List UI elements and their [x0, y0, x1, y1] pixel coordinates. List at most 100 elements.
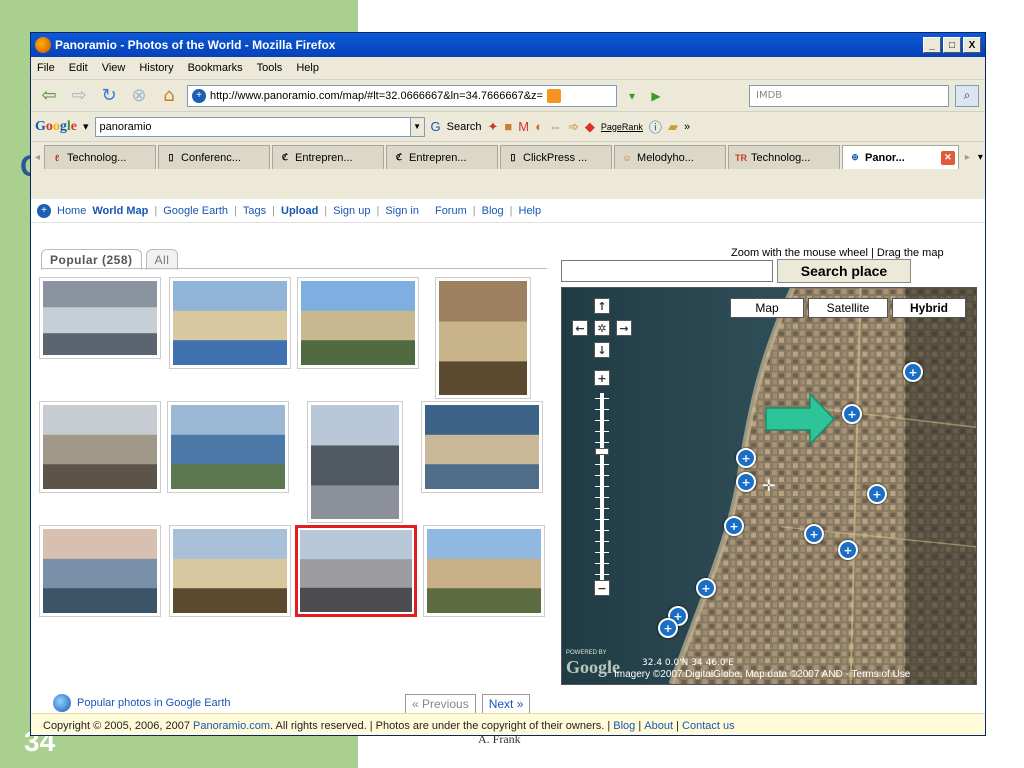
maximize-button[interactable]: □ — [943, 37, 961, 53]
menu-help[interactable]: Help — [296, 62, 319, 74]
pan-up-icon[interactable]: ↑ — [594, 298, 610, 314]
zoom-out-icon[interactable]: − — [594, 580, 610, 596]
google-logo[interactable]: Google — [35, 119, 77, 135]
tab-panoramio[interactable]: ⊕ Panor... ✕ — [842, 145, 959, 169]
minimize-button[interactable]: _ — [923, 37, 941, 53]
nav-signin[interactable]: Sign in — [385, 205, 419, 217]
nav-home[interactable]: Home — [57, 205, 86, 217]
search-place-button[interactable]: Search place — [777, 259, 911, 283]
pan-down-icon[interactable]: ↓ — [594, 342, 610, 358]
tab-melody[interactable]: ☺ Melodyho... — [614, 145, 727, 169]
map-view[interactable]: Map Satellite Hybrid ↑ ← ✲ → ↓ + − + + +… — [561, 287, 977, 685]
search-icon[interactable]: ⌕ — [955, 84, 979, 107]
search-engine-field[interactable]: IMDB — [749, 84, 949, 107]
photo-thumbnail-towers[interactable] — [307, 401, 403, 523]
google-menu-icon[interactable]: ▾ — [83, 120, 89, 133]
news-icon[interactable]: ✦ — [488, 119, 499, 135]
photo-thumbnail-city-aerial[interactable] — [39, 277, 161, 359]
photo-marker[interactable]: + — [658, 618, 678, 638]
photo-thumbnail-long-building[interactable] — [295, 525, 417, 617]
photo-thumbnail-bauhaus-building[interactable] — [169, 525, 291, 617]
photo-thumbnail-palm-building[interactable] — [297, 277, 419, 369]
bookmark-icon[interactable]: ■ — [504, 119, 512, 134]
photo-thumbnail-beach-umbrellas[interactable] — [169, 277, 291, 369]
scroll-tabs-left-icon[interactable]: ◂ — [35, 152, 40, 163]
stop-icon[interactable]: ⊗ — [127, 84, 151, 108]
url-field[interactable]: + http://www.panoramio.com/map/#lt=32.06… — [187, 84, 617, 107]
photo-marker[interactable]: + — [804, 524, 824, 544]
translate-icon[interactable]: ⇔ — [549, 119, 562, 134]
photo-thumbnail-coast-aerial[interactable] — [421, 401, 543, 493]
next-button[interactable]: Next » — [481, 694, 531, 714]
folder-icon[interactable]: ▰ — [668, 119, 678, 135]
footer-site-link[interactable]: Panoramio.com — [193, 720, 270, 732]
nav-upload[interactable]: Upload — [281, 205, 318, 217]
tab-popular[interactable]: Popular (258) — [41, 249, 142, 270]
forward-arrow-icon[interactable]: ⇨ — [67, 84, 91, 108]
photo-marker[interactable]: + — [736, 472, 756, 492]
footer-about-link[interactable]: About — [644, 720, 673, 732]
tab-entrepreneur-1[interactable]: ℭ Entrepren... — [272, 145, 385, 169]
nav-signup[interactable]: Sign up — [333, 205, 370, 217]
nav-world-map[interactable]: World Map — [92, 205, 148, 217]
menu-tools[interactable]: Tools — [257, 62, 283, 74]
google-earth-link[interactable]: Popular photos in Google Earth — [53, 694, 231, 712]
nav-tags[interactable]: Tags — [243, 205, 266, 217]
pan-center-icon[interactable]: ✲ — [594, 320, 610, 336]
gmail-icon[interactable]: M — [518, 119, 529, 134]
footer-contact-link[interactable]: Contact us — [682, 720, 735, 732]
close-button[interactable]: X — [963, 37, 981, 53]
menu-history[interactable]: History — [139, 62, 173, 74]
photo-marker[interactable]: + — [842, 404, 862, 424]
menu-bookmarks[interactable]: Bookmarks — [188, 62, 243, 74]
photo-marker[interactable]: + — [696, 578, 716, 598]
zoom-in-icon[interactable]: + — [594, 370, 610, 386]
nav-help[interactable]: Help — [519, 205, 542, 217]
menu-view[interactable]: View — [102, 62, 126, 74]
place-search-input[interactable] — [561, 260, 773, 282]
close-tab-icon[interactable]: ✕ — [940, 150, 955, 165]
zoom-slider-handle[interactable] — [595, 448, 609, 455]
google-search-input[interactable]: panoramio ▼ — [94, 116, 425, 137]
pan-right-icon[interactable]: → — [616, 320, 632, 336]
spell-icon[interactable]: ◐ — [535, 119, 543, 134]
tab-list-icon[interactable]: ▾ — [978, 152, 983, 163]
nav-forum[interactable]: Forum — [435, 205, 467, 217]
map-type-satellite[interactable]: Satellite — [808, 298, 888, 318]
pan-left-icon[interactable]: ← — [572, 320, 588, 336]
nav-blog[interactable]: Blog — [482, 205, 504, 217]
tab-entrepreneur-2[interactable]: ℭ Entrepren... — [386, 145, 499, 169]
google-search-button[interactable]: Search — [447, 121, 482, 133]
map-type-hybrid[interactable]: Hybrid — [892, 298, 966, 318]
url-dropdown-icon[interactable]: ▾ — [623, 87, 641, 105]
nav-google-earth[interactable]: Google Earth — [163, 205, 228, 217]
rss-icon[interactable] — [546, 88, 561, 103]
panoramio-home-icon[interactable]: + — [37, 203, 51, 218]
photo-marker[interactable]: + — [724, 516, 744, 536]
back-arrow-icon[interactable]: ⇦ — [37, 84, 61, 108]
menu-edit[interactable]: Edit — [69, 62, 88, 74]
highlight-icon[interactable]: ◆ — [585, 119, 595, 135]
tab-conference[interactable]: ▯ Conferenc... — [158, 145, 271, 169]
reload-icon[interactable]: ↻ — [97, 84, 121, 108]
footer-blog-link[interactable]: Blog — [613, 720, 635, 732]
photo-thumbnail-sunset-sea[interactable] — [39, 525, 161, 617]
home-icon[interactable]: ⌂ — [157, 84, 181, 108]
scroll-tabs-right-icon[interactable]: ▸ — [965, 152, 970, 163]
photo-thumbnail-coast-skyline[interactable] — [167, 401, 289, 493]
google-dropdown-icon[interactable]: ▼ — [409, 117, 424, 136]
map-copyright[interactable]: Imagery ©2007 DigitalGlobe, Map data ©20… — [614, 669, 910, 680]
tab-clickpress[interactable]: ▯ ClickPress ... — [500, 145, 613, 169]
tab-technolog-2[interactable]: TR Technolog... — [728, 145, 841, 169]
photo-marker[interactable]: + — [736, 448, 756, 468]
photo-thumbnail-doorway[interactable] — [435, 277, 531, 399]
send-icon[interactable]: ➾ — [568, 119, 579, 135]
photo-thumbnail-plaza-trees[interactable] — [423, 525, 545, 617]
more-icon[interactable]: » — [684, 121, 690, 133]
photo-marker[interactable]: + — [867, 484, 887, 504]
photo-thumbnail-beach-kiosk[interactable] — [39, 401, 161, 493]
photo-marker[interactable]: + — [903, 362, 923, 382]
photo-marker[interactable]: + — [838, 540, 858, 560]
info-icon[interactable]: ⓘ — [649, 117, 662, 136]
map-type-map[interactable]: Map — [730, 298, 804, 318]
